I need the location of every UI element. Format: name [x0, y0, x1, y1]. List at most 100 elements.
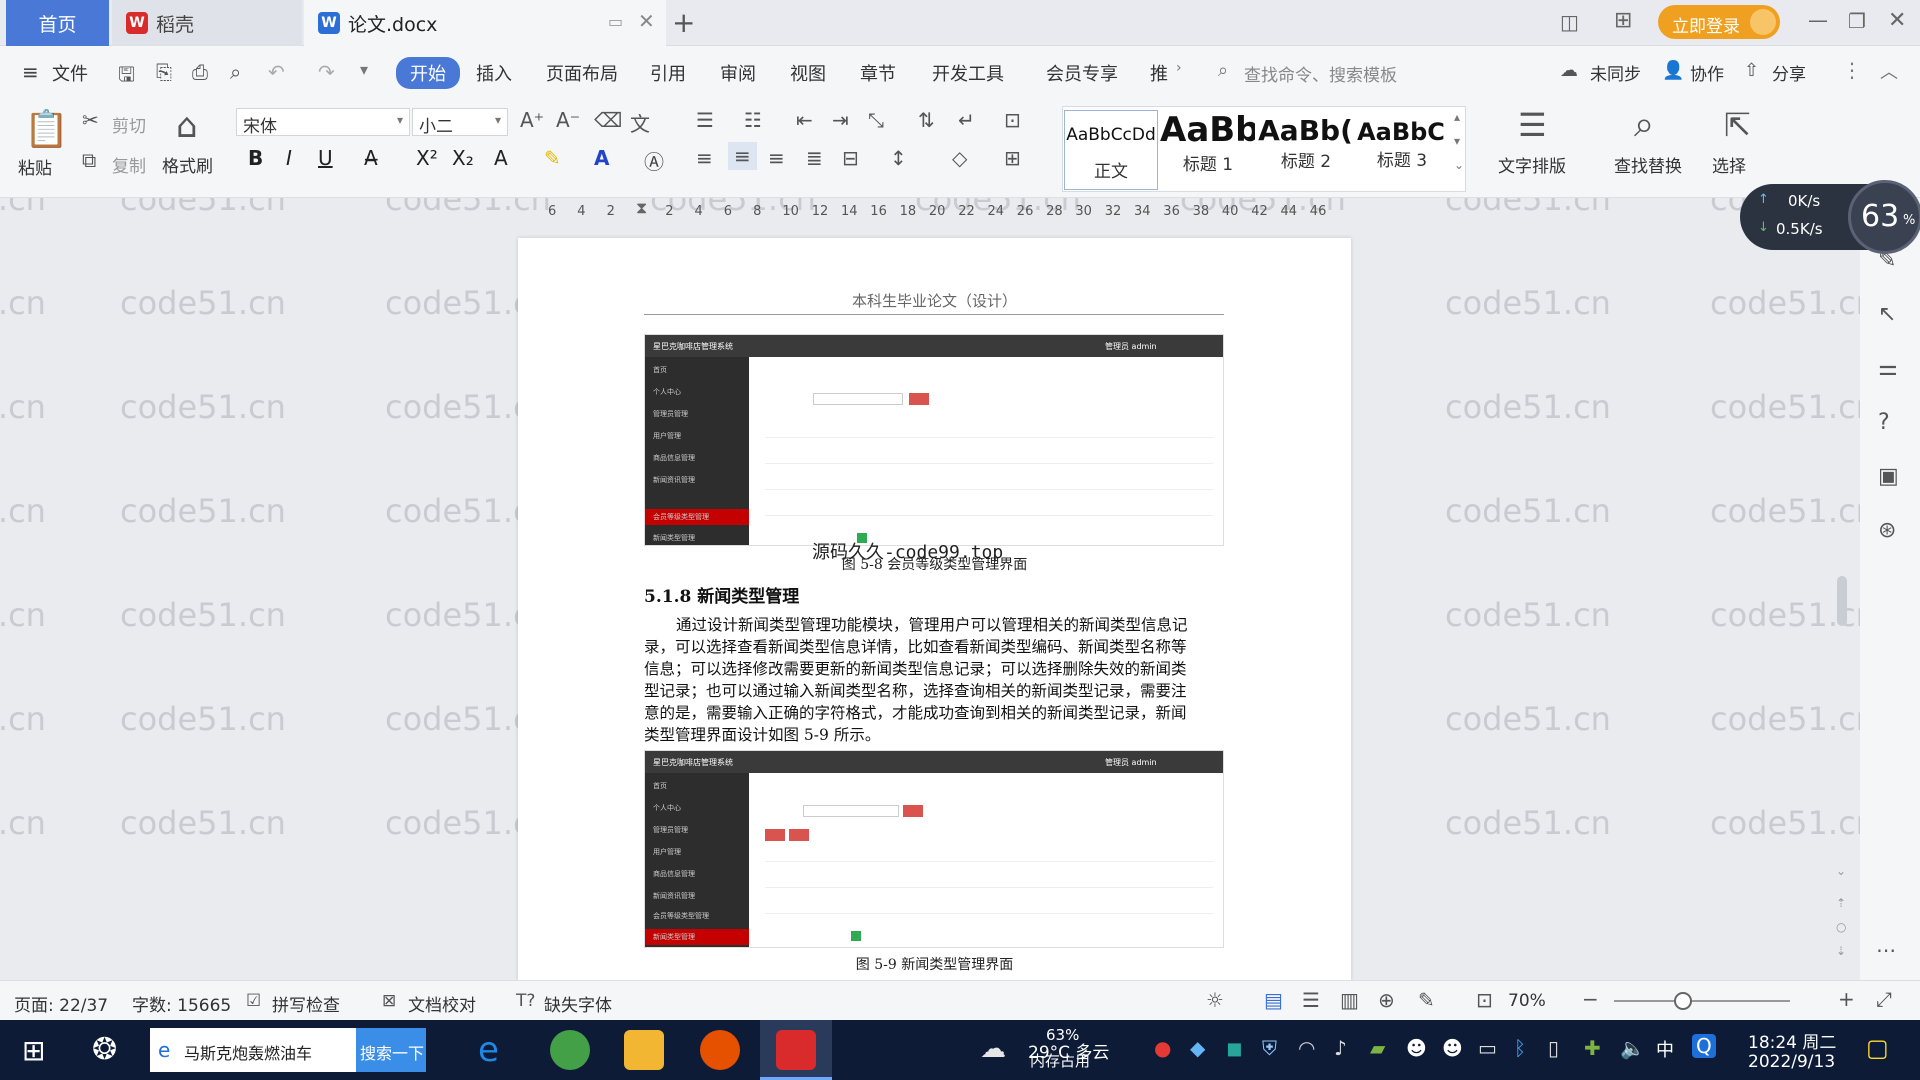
shading-icon[interactable]: ◇: [952, 146, 967, 170]
indent-icon[interactable]: ⇥: [832, 108, 849, 132]
vertical-scrollbar[interactable]: ⌄ ⇡ ○ ⇣: [1834, 260, 1850, 960]
fit-page-icon[interactable]: ⊡: [1476, 988, 1493, 1012]
text-layout-button[interactable]: 文字排版: [1498, 152, 1566, 177]
netspeed-widget[interactable]: ↑ 0K/s ↓ 0.5K/s 63 %: [1740, 180, 1920, 254]
chinese-layout-icon[interactable]: ⤡: [868, 108, 884, 132]
menu-page-layout[interactable]: 页面布局: [546, 60, 618, 86]
format-painter-button[interactable]: 格式刷: [162, 152, 213, 177]
zoom-slider-handle[interactable]: [1674, 992, 1692, 1010]
collapse-ribbon-icon[interactable]: ︿: [1880, 58, 1898, 84]
pinyin-icon[interactable]: 文: [630, 108, 650, 137]
tab-document[interactable]: W 论文.docx ▭ ✕: [304, 0, 666, 46]
help-icon[interactable]: ?: [1878, 410, 1890, 435]
menu-view[interactable]: 视图: [790, 60, 826, 86]
style-scroll-down-icon[interactable]: ▾: [1454, 134, 1460, 148]
borders-icon[interactable]: ⊞: [1004, 146, 1021, 170]
text-layout-icon[interactable]: ☰: [1518, 106, 1547, 144]
page-view-icon[interactable]: ▤: [1264, 988, 1283, 1012]
pointer-icon[interactable]: ↖: [1878, 302, 1896, 327]
find-replace-button[interactable]: 查找替换: [1614, 152, 1682, 177]
tray-app-icon[interactable]: ●: [1154, 1036, 1171, 1060]
export-icon[interactable]: ⎘: [156, 60, 172, 84]
format-painter-icon[interactable]: ⌂: [176, 106, 198, 146]
eye-care-icon[interactable]: ☼: [1206, 988, 1224, 1012]
copy-button[interactable]: 复制: [112, 152, 146, 177]
write-view-icon[interactable]: ✎: [1418, 988, 1435, 1012]
menu-review[interactable]: 审阅: [720, 60, 756, 86]
menu-file[interactable]: 文件: [52, 60, 88, 86]
web-view-icon[interactable]: ⊕: [1378, 988, 1395, 1012]
copy-icon[interactable]: ⧉: [82, 148, 96, 172]
distribute-icon[interactable]: ⊟: [842, 146, 859, 170]
char-border-icon[interactable]: Ⓐ: [644, 146, 664, 175]
document-page[interactable]: 本科生毕业论文（设计） 星巴克咖啡店管理系统 管理员 admin 首页 个人中心…: [518, 238, 1351, 980]
next-page-icon[interactable]: ⇣: [1836, 944, 1846, 958]
line-spacing-icon[interactable]: ↕: [890, 146, 907, 170]
page-count[interactable]: 页面: 22/37: [14, 991, 108, 1016]
cut-button[interactable]: 剪切: [112, 112, 146, 137]
outdent-icon[interactable]: ⇤: [796, 108, 813, 132]
style-heading-3[interactable]: AaBbC 标题 3: [1356, 110, 1448, 190]
word-count[interactable]: 字数: 15665: [132, 991, 231, 1016]
style-heading-2[interactable]: AaBb( 标题 2: [1258, 110, 1354, 190]
quick-access-dropdown-icon[interactable]: ▾: [360, 60, 368, 79]
zoom-level[interactable]: 70%: [1508, 991, 1546, 1011]
italic-icon[interactable]: I: [286, 146, 292, 170]
undo-icon[interactable]: ↶: [268, 60, 285, 84]
menu-dev-tools[interactable]: 开发工具: [932, 60, 1004, 86]
style-more-icon[interactable]: ⌄: [1454, 158, 1464, 172]
menu-chapter[interactable]: 章节: [860, 60, 896, 86]
style-heading-1[interactable]: AaBb 标题 1: [1160, 110, 1256, 190]
action-center-icon[interactable]: ▢: [1866, 1034, 1889, 1062]
battery-icon[interactable]: ▭: [1478, 1036, 1497, 1060]
redo-icon[interactable]: ↷: [318, 60, 335, 84]
clock-date[interactable]: 2022/9/13: [1748, 1052, 1835, 1072]
grid-icon[interactable]: ⊞: [1614, 8, 1632, 33]
zoom-slider[interactable]: [1614, 1000, 1790, 1002]
font-color-icon[interactable]: A: [594, 146, 609, 170]
qq-icon[interactable]: ☻: [1442, 1036, 1463, 1060]
chevron-right-icon[interactable]: ›: [1176, 60, 1182, 76]
menu-start[interactable]: 开始: [396, 57, 460, 89]
fullscreen-icon[interactable]: ⤢: [1876, 987, 1892, 1011]
media-app-icon[interactable]: [700, 1030, 740, 1070]
select-cursor-icon[interactable]: ⇱: [1724, 106, 1751, 144]
underline-icon[interactable]: U: [318, 146, 333, 170]
menu-more[interactable]: 推: [1150, 60, 1168, 86]
highlight-icon[interactable]: ✎: [544, 146, 561, 170]
layout-icon[interactable]: ◫: [1560, 10, 1579, 34]
subscript-icon[interactable]: X₂: [452, 146, 474, 170]
tab-home[interactable]: 首页: [6, 0, 109, 46]
hamburger-icon[interactable]: ≡: [22, 60, 39, 84]
align-left-icon[interactable]: ≡: [696, 146, 713, 170]
bluetooth-icon[interactable]: ᛒ: [1514, 1036, 1526, 1060]
tray-app-icon[interactable]: ◼: [1226, 1036, 1243, 1060]
select-browse-icon[interactable]: ○: [1836, 920, 1846, 934]
sort-icon[interactable]: ⇅: [918, 108, 935, 132]
windows-start-icon[interactable]: ⊞: [22, 1034, 45, 1067]
login-button[interactable]: 立即登录: [1658, 5, 1780, 39]
minimize-icon[interactable]: —: [1808, 8, 1828, 32]
style-normal[interactable]: AaBbCcDd 正文: [1064, 110, 1158, 190]
font-size-select[interactable]: 小二 ▾: [412, 108, 508, 137]
ie-browser-icon[interactable]: e: [478, 1030, 499, 1070]
clock-time[interactable]: 18:24 周二: [1748, 1028, 1836, 1053]
paste-button[interactable]: 粘贴: [18, 154, 52, 179]
doc-proof-button[interactable]: 文档校对: [408, 991, 476, 1016]
shrink-font-icon[interactable]: A⁻: [556, 108, 580, 132]
ime-indicator[interactable]: 中: [1656, 1036, 1674, 1062]
close-window-icon[interactable]: ✕: [1888, 8, 1906, 33]
file-explorer-icon[interactable]: [624, 1030, 664, 1070]
style-scroll-up-icon[interactable]: ▴: [1454, 110, 1460, 124]
tray-app-icon[interactable]: ◆: [1190, 1036, 1205, 1060]
more-vertical-icon[interactable]: ⋮: [1842, 58, 1862, 82]
qq-icon[interactable]: ☻: [1406, 1036, 1427, 1060]
share-button[interactable]: 分享: [1772, 60, 1806, 85]
collab-button[interactable]: 协作: [1690, 60, 1724, 85]
font-select[interactable]: 宋体 ▾: [236, 108, 410, 137]
wifi-icon[interactable]: ◠: [1298, 1036, 1315, 1060]
scroll-down-icon[interactable]: ⌄: [1836, 864, 1846, 878]
missing-font-button[interactable]: 缺失字体: [544, 991, 612, 1016]
command-search-input[interactable]: 查找命令、搜索模板: [1244, 61, 1397, 86]
menu-insert[interactable]: 插入: [476, 60, 512, 86]
